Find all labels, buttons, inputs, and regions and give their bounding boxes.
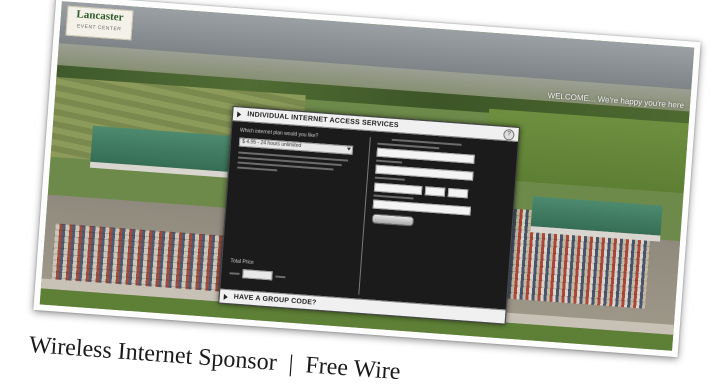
total-price-block: Total Price <box>229 258 286 281</box>
plan-column: Which internet plan would you like? $ 4.… <box>228 128 362 299</box>
site-logo[interactable]: Lancaster EVENT CENTER <box>65 5 134 41</box>
email-input[interactable] <box>372 199 472 216</box>
price-suffix <box>275 275 286 278</box>
total-price-label: Total Price <box>230 258 254 266</box>
photo-caption: Wireless Internet Sponsor | Free Wire <box>28 332 401 386</box>
stage: Lancaster EVENT CENTER WELCOME... We're … <box>0 0 714 390</box>
caption-separator: | <box>287 351 295 378</box>
modal-body: Which internet plan would you like? $ 4.… <box>220 121 518 309</box>
expand-arrow-icon[interactable] <box>223 293 229 300</box>
description-line <box>237 166 278 172</box>
chevron-down-icon <box>346 147 352 151</box>
payment-column <box>366 138 510 309</box>
plan-description <box>237 151 360 178</box>
expiry-year-select[interactable] <box>447 187 469 199</box>
submit-button[interactable] <box>371 213 415 227</box>
card-number-label <box>376 159 403 164</box>
collapse-arrow-icon[interactable] <box>236 110 242 118</box>
group-code-label: HAVE A GROUP CODE? <box>233 293 317 307</box>
total-price-field[interactable] <box>242 269 273 281</box>
security-code-input[interactable] <box>373 182 423 196</box>
help-icon[interactable]: ? <box>503 128 515 141</box>
expiration-row <box>373 182 506 202</box>
total-price-row <box>229 268 286 281</box>
caption-right: Free Wire <box>304 352 402 386</box>
internet-access-modal: INDIVIDUAL INTERNET ACCESS SERVICES ? Wh… <box>218 105 520 325</box>
caption-left: Wireless Internet Sponsor <box>28 332 278 377</box>
website-screenshot: Lancaster EVENT CENTER WELCOME... We're … <box>39 1 695 351</box>
tilted-photo: Lancaster EVENT CENTER WELCOME... We're … <box>33 0 701 358</box>
currency-mark <box>229 271 240 275</box>
building-left <box>89 125 233 178</box>
expiry-month-select[interactable] <box>424 186 446 197</box>
email-label <box>373 194 414 200</box>
expiration-label <box>374 176 405 181</box>
